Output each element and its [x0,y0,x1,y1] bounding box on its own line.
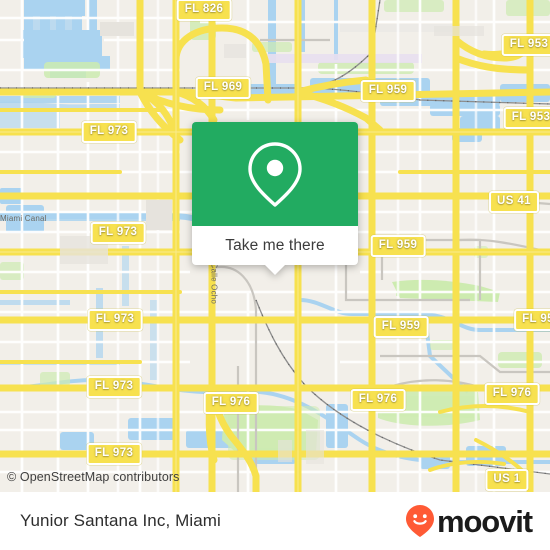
popup-action-area[interactable]: Take me there [192,226,358,275]
footer-bar: Yunior Santana Inc, Miami moovit [0,492,550,550]
road-shield: US 1 [485,469,529,491]
location-popup-card[interactable]: Take me there [192,122,358,275]
road-shield: US 41 [489,191,539,213]
map-pin-icon [248,142,302,207]
street-name-label: Calle Ocho [209,262,219,305]
take-me-there-button[interactable]: Take me there [225,237,325,255]
moovit-wordmark: moovit [436,503,533,539]
road-shield: FL 953 [503,107,550,129]
road-shield: FL 973 [87,309,143,331]
road-shield: FL 95 [514,309,550,331]
popup-pin-area [192,122,358,226]
road-shield: FL 973 [86,376,142,398]
road-shield: FL 976 [203,392,259,414]
road-shield: FL 959 [370,235,426,257]
road-shield: FL 959 [373,316,429,338]
road-shield: FL 976 [350,389,406,411]
map-canvas[interactable]: FL 826 FL 953 FL 969 FL 959 FL 953 FL 973 US 4… [0,0,550,492]
road-shield: FL 969 [195,77,251,99]
street-name-label: Miami Canal [0,214,47,223]
popup-notch [264,264,286,275]
road-shield: FL 826 [176,0,232,21]
road-shield: FL 973 [81,121,137,143]
place-title: Yunior Santana Inc, Miami [20,511,221,530]
road-shield: FL 953 [501,34,550,56]
moovit-map-screenshot: FL 826 FL 953 FL 969 FL 959 FL 953 FL 973 US 4… [0,0,550,550]
moovit-smiley-pin-icon [405,505,434,537]
road-shield: FL 959 [360,80,416,102]
road-shield: FL 976 [484,383,540,405]
road-shield: FL 973 [90,222,146,244]
osm-attribution[interactable]: © OpenStreetMap contributors [7,470,180,484]
road-shield: FL 973 [86,443,142,465]
moovit-brand[interactable]: moovit [405,503,533,539]
